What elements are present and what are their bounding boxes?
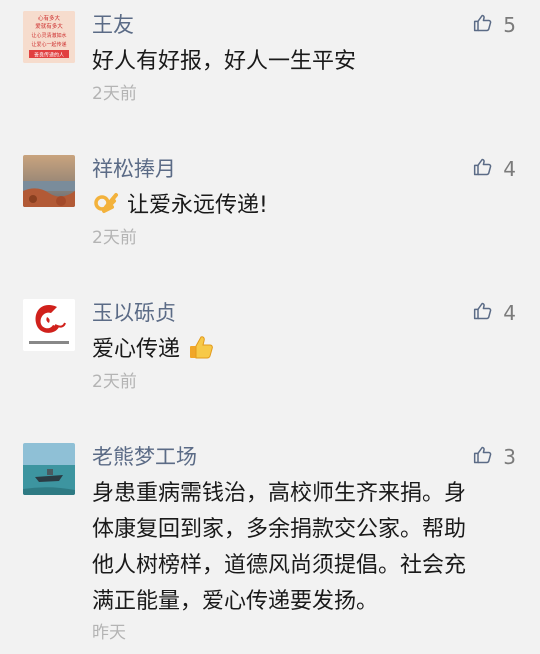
- comment-item: 祥松捧月 4 让爱永远传递! 2天前: [0, 144, 540, 264]
- like-count: 5: [503, 13, 516, 37]
- avatar[interactable]: [23, 299, 75, 351]
- like-button[interactable]: 4: [473, 300, 516, 326]
- comment-item: 玉以砾贞 4 爱心传递 2天前: [0, 288, 540, 408]
- thumbs-up-outline-icon: [473, 301, 493, 325]
- comment-time: 2天前: [92, 84, 137, 104]
- svg-text:让心灵清澈如水: 让心灵清澈如水: [31, 32, 66, 39]
- comment-text-line: 满正能量，爱心传递要发扬。: [92, 589, 379, 614]
- comment-text-row: 让爱永远传递!: [92, 188, 512, 229]
- comment-text-line: 身患重病需钱治，高校师生齐来捐。身: [92, 481, 467, 506]
- avatar-image: 心有多大 爱就有多大 让心灵清澈如水 让爱心一起传递 善良传递的人: [23, 11, 75, 63]
- avatar-image: [23, 443, 75, 495]
- comment-time: 昨天: [92, 623, 126, 643]
- comment-text-row: 爱心传递: [92, 332, 512, 373]
- like-button[interactable]: 5: [473, 12, 516, 38]
- comment-text: 让爱永远传递!: [127, 193, 268, 218]
- comment-time: 2天前: [92, 372, 137, 392]
- like-count: 3: [503, 445, 516, 469]
- comment-text-line: 他人树榜样，道德风尚须提倡。社会充: [92, 553, 467, 578]
- svg-text:让爱心一起传递: 让爱心一起传递: [31, 41, 66, 48]
- comment-author[interactable]: 祥松捧月: [92, 156, 176, 182]
- thumbs-up-emoji: [187, 333, 215, 373]
- avatar-image: [23, 155, 75, 207]
- comment-time: 2天前: [92, 228, 137, 248]
- comment-text-line: 体康复回到家，多余捐款交公家。帮助: [92, 517, 467, 542]
- comment-item: 心有多大 爱就有多大 让心灵清澈如水 让爱心一起传递 善良传递的人 王友 5 好…: [0, 0, 540, 120]
- comment-item: 老熊梦工场 3 身患重病需钱治，高校师生齐来捐。身 体康复回到家，多余捐款交公家…: [0, 432, 540, 654]
- svg-text:心有多大: 心有多大: [38, 14, 61, 22]
- comment-text: 身患重病需钱治，高校师生齐来捐。身 体康复回到家，多余捐款交公家。帮助 他人树榜…: [92, 476, 532, 620]
- avatar[interactable]: [23, 155, 75, 207]
- thumbs-up-outline-icon: [473, 13, 493, 37]
- comment-author[interactable]: 玉以砾贞: [92, 300, 176, 326]
- comment-text: 爱心传递: [92, 337, 181, 362]
- ok-hand-emoji: [92, 189, 120, 229]
- thumbs-up-outline-icon: [473, 445, 493, 469]
- like-count: 4: [503, 157, 516, 181]
- thumbs-up-outline-icon: [473, 157, 493, 181]
- like-count: 4: [503, 301, 516, 325]
- avatar-image: [23, 299, 75, 351]
- comment-author[interactable]: 老熊梦工场: [92, 444, 197, 470]
- like-button[interactable]: 4: [473, 156, 516, 182]
- like-button[interactable]: 3: [473, 444, 516, 470]
- svg-text:善良传递的人: 善良传递的人: [34, 52, 64, 59]
- comment-author[interactable]: 王友: [92, 12, 134, 38]
- svg-text:爱就有多大: 爱就有多大: [35, 22, 63, 30]
- avatar[interactable]: [23, 443, 75, 495]
- comment-text: 好人有好报，好人一生平安: [92, 49, 357, 74]
- avatar[interactable]: 心有多大 爱就有多大 让心灵清澈如水 让爱心一起传递 善良传递的人: [23, 11, 75, 63]
